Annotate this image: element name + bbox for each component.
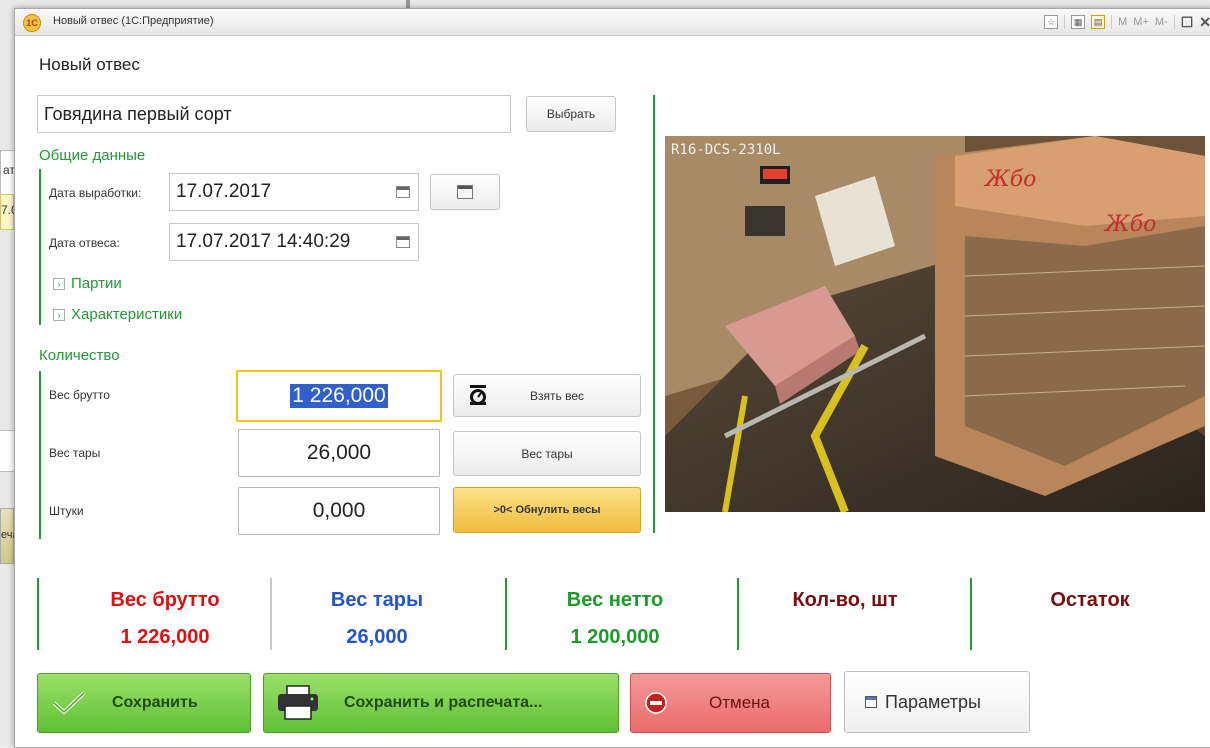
camera-overlay-text: R16-DCS-2310L: [671, 142, 781, 158]
toolbar-separator: [1173, 15, 1175, 29]
cancel-label: Отмена: [709, 693, 770, 712]
summary-remainder-label: Остаток: [1050, 589, 1130, 611]
cancel-button[interactable]: Отмена: [630, 673, 831, 733]
summary-gross-value: 1 226,000: [120, 626, 210, 648]
printer-icon: [278, 685, 318, 720]
calendar-icon[interactable]: ▤: [1091, 15, 1106, 29]
summary-pieces-label: Кол-во, шт: [792, 589, 898, 611]
gross-weight-field[interactable]: 1 226,000: [236, 370, 442, 422]
summary-net-label: Вес нетто: [566, 589, 664, 611]
no-entry-icon: [645, 692, 667, 714]
select-button[interactable]: Выбрать: [526, 96, 616, 132]
tare-weight-button[interactable]: Вес тары: [453, 431, 641, 476]
summary-tare-value: 26,000: [346, 626, 408, 648]
production-date-label: Дата выработки:: [49, 186, 142, 200]
memory-mminus-button[interactable]: M-: [1155, 16, 1168, 28]
weighing-date-label: Дата отвеса:: [49, 236, 120, 250]
calendar-picker-icon[interactable]: [396, 236, 410, 248]
gross-weight-label: Вес брутто: [49, 388, 110, 402]
calculator-icon[interactable]: ▦: [1071, 15, 1086, 29]
save-print-label: Сохранить и распечата...: [344, 694, 543, 711]
production-date-field[interactable]: 17.07.2017: [169, 173, 419, 211]
svg-text:Жбо: Жбо: [1103, 212, 1156, 237]
parameters-label: Параметры: [885, 691, 981, 712]
take-weight-label: Взять вес: [530, 388, 584, 403]
checkmark-icon: [52, 691, 86, 715]
characteristics-label: Характеристики: [71, 306, 183, 323]
close-icon[interactable]: ✕: [1199, 14, 1210, 31]
summary-separator: [737, 578, 739, 650]
summary-separator: [970, 578, 972, 650]
vertical-separator: [653, 95, 655, 533]
quantity-group-line: [39, 371, 41, 539]
save-button[interactable]: Сохранить: [37, 673, 251, 733]
window-title: Новый отвес (1С:Предприятие): [53, 15, 214, 27]
1c-app-icon: 1С: [23, 14, 41, 32]
memory-m-button[interactable]: M: [1118, 16, 1127, 28]
svg-text:Жбо: Жбо: [983, 167, 1036, 192]
save-label: Сохранить: [112, 694, 198, 711]
scale-icon: [470, 385, 486, 405]
background-divider: [406, 0, 410, 8]
favorites-icon[interactable]: ☆: [1044, 15, 1059, 29]
warehouse-camera-picture: Жбо Жбо R16-DCS-2310L: [665, 136, 1205, 512]
tare-weight-field[interactable]: 26,000: [238, 429, 440, 477]
summary-net-value: 1 200,000: [570, 626, 660, 648]
parameters-button[interactable]: Параметры: [844, 671, 1030, 733]
calendar-picker-icon[interactable]: [396, 186, 410, 198]
maximize-icon[interactable]: ☐: [1181, 14, 1194, 31]
calendar-button[interactable]: [430, 174, 500, 210]
summary-tare-label: Вес тары: [330, 589, 424, 611]
general-group-title: Общие данные: [39, 147, 146, 164]
quantity-group-title: Количество: [39, 347, 120, 364]
chevron-right-icon: ›: [53, 277, 65, 290]
memory-mplus-button[interactable]: M+: [1133, 16, 1149, 28]
gross-weight-value: 1 226,000: [290, 384, 388, 408]
general-group-line: [39, 169, 41, 325]
form-title: Новый отвес: [39, 55, 140, 74]
weighing-window: 1С Новый отвес (1С:Предприятие) ☆ ▦ ▤ M …: [14, 8, 1210, 748]
weighing-date-value: 17.07.2017 14:40:29: [176, 231, 351, 252]
settings-list-icon: [865, 696, 877, 708]
chevron-right-icon: ›: [53, 308, 65, 321]
toolbar-separator: [1064, 15, 1066, 29]
tare-weight-label: Вес тары: [49, 446, 101, 460]
batches-expander[interactable]: › Партии: [53, 275, 122, 292]
batches-label: Партии: [71, 275, 122, 292]
summary-gross-label: Вес брутто: [110, 589, 220, 611]
background-fragment-field: 7.0: [0, 194, 18, 230]
summary-separator: [37, 578, 39, 650]
summary-separator: [505, 578, 507, 650]
calendar-icon: [457, 185, 473, 199]
take-weight-button[interactable]: Взять вес: [453, 374, 641, 417]
background-button: ечa: [0, 508, 19, 564]
summary-separator: [270, 578, 272, 650]
production-date-value: 17.07.2017: [176, 181, 272, 202]
zero-scale-button[interactable]: >0< Обнулить весы: [453, 487, 641, 533]
product-field[interactable]: Говядина первый сорт: [37, 95, 511, 133]
characteristics-expander[interactable]: › Характеристики: [53, 306, 182, 323]
weighing-date-field[interactable]: 17.07.2017 14:40:29: [169, 223, 419, 261]
save-print-button[interactable]: Сохранить и распечата...: [263, 673, 619, 733]
background-panel: [0, 430, 14, 472]
camera-image: Жбо Жбо R16-DCS-2310L: [665, 136, 1205, 512]
title-toolbar: ☆ ▦ ▤ M M+ M- ☐ ✕: [1044, 13, 1210, 31]
pieces-label: Штуки: [49, 504, 84, 518]
pieces-field[interactable]: 0,000: [238, 487, 440, 535]
toolbar-separator: [1111, 15, 1113, 29]
title-bar: 1С Новый отвес (1С:Предприятие) ☆ ▦ ▤ M …: [15, 9, 1210, 36]
